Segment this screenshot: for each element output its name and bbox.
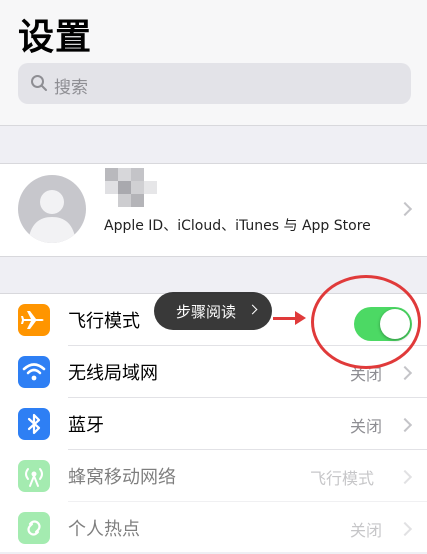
list-item-personal-hotspot[interactable]: 个人热点 关闭 [0,502,427,554]
cellular-label: 蜂窝移动网络 [68,467,176,488]
chevron-right-icon [397,521,413,537]
bluetooth-label: 蓝牙 [68,415,104,436]
avatar-icon [18,175,86,243]
bluetooth-status: 关闭 [350,417,383,436]
annotation-circle [311,275,421,369]
list-item-bluetooth[interactable]: 蓝牙 关闭 [0,398,427,450]
chevron-right-icon [397,417,413,433]
apple-id-row[interactable]: Apple ID、iCloud、iTunes 与 App Store [0,163,427,257]
wifi-label: 无线局域网 [68,363,158,384]
page-title: 设置 [18,17,93,58]
search-icon [31,75,47,91]
hotspot-status: 关闭 [350,521,383,540]
chevron-right-icon [397,365,413,381]
hotspot-icon [18,512,50,544]
chevron-right-icon [247,304,258,315]
chevron-right-icon [397,469,413,485]
airplane-mode-label: 飞行模式 [68,311,140,332]
account-subtitle: Apple ID、iCloud、iTunes 与 App Store [104,218,371,234]
search-placeholder: 搜索 [54,78,88,98]
tooltip-label: 步骤阅读 [176,303,237,321]
airplane-icon [18,304,50,336]
cellular-status: 飞行模式 [310,469,375,488]
search-field[interactable]: 搜索 [18,63,411,104]
settings-header: 设置 搜索 [0,0,427,126]
hotspot-label: 个人热点 [68,519,140,540]
chevron-right-icon [397,201,413,217]
step-reading-tooltip[interactable]: 步骤阅读 [154,292,272,330]
wifi-icon [18,356,50,388]
list-item-cellular[interactable]: 蜂窝移动网络 飞行模式 [0,450,427,502]
annotation-arrow-head [295,311,306,325]
account-name-blurred [105,168,157,208]
header-divider [0,125,427,126]
cellular-icon [18,460,50,492]
annotation-arrow [273,317,297,320]
bluetooth-icon [18,408,50,440]
